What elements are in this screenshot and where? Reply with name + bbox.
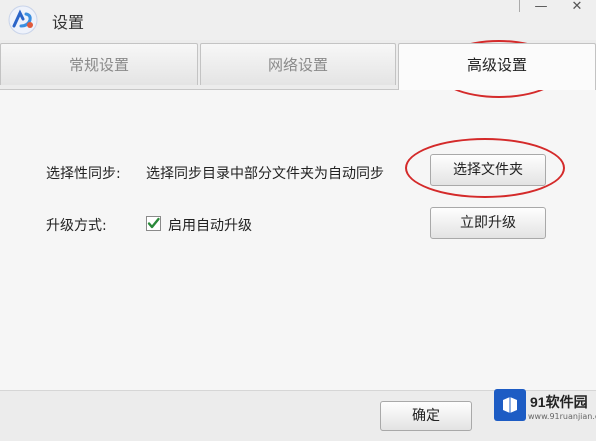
app-logo-icon — [8, 5, 38, 35]
selective-sync-label: 选择性同步: — [46, 166, 121, 182]
title-bar: 设置 — ✕ — [0, 0, 596, 40]
tab-advanced[interactable]: 高级设置 — [398, 43, 596, 90]
titlebar-divider — [519, 0, 520, 12]
upgrade-method-label: 升级方式: — [46, 218, 107, 234]
watermark-logo-icon — [494, 389, 526, 421]
advanced-settings-panel — [0, 90, 596, 390]
watermark-brand: 91软件园 — [530, 394, 588, 410]
minimize-button[interactable]: — — [527, 0, 555, 16]
watermark-url: www.91ruanjian.com — [528, 412, 596, 421]
tab-network[interactable]: 网络设置 — [200, 43, 396, 85]
tab-label: 常规设置 — [68, 56, 129, 74]
close-button[interactable]: ✕ — [563, 0, 591, 16]
settings-tabs: 常规设置 网络设置 高级设置 — [0, 43, 596, 90]
select-folders-button[interactable]: 选择文件夹 — [430, 154, 546, 186]
tab-general[interactable]: 常规设置 — [0, 43, 198, 85]
auto-upgrade-label: 启用自动升级 — [168, 218, 252, 234]
ok-button[interactable]: 确定 — [380, 401, 472, 431]
upgrade-now-button[interactable]: 立即升级 — [430, 207, 546, 239]
checkmark-icon — [147, 217, 160, 229]
tab-label: 高级设置 — [466, 56, 527, 74]
window-title: 设置 — [52, 13, 85, 32]
selective-sync-description: 选择同步目录中部分文件夹为自动同步 — [146, 166, 384, 182]
watermark: 91软件园 www.91ruanjian.com — [488, 386, 596, 436]
auto-upgrade-checkbox[interactable] — [146, 216, 161, 231]
tab-label: 网络设置 — [267, 56, 328, 74]
